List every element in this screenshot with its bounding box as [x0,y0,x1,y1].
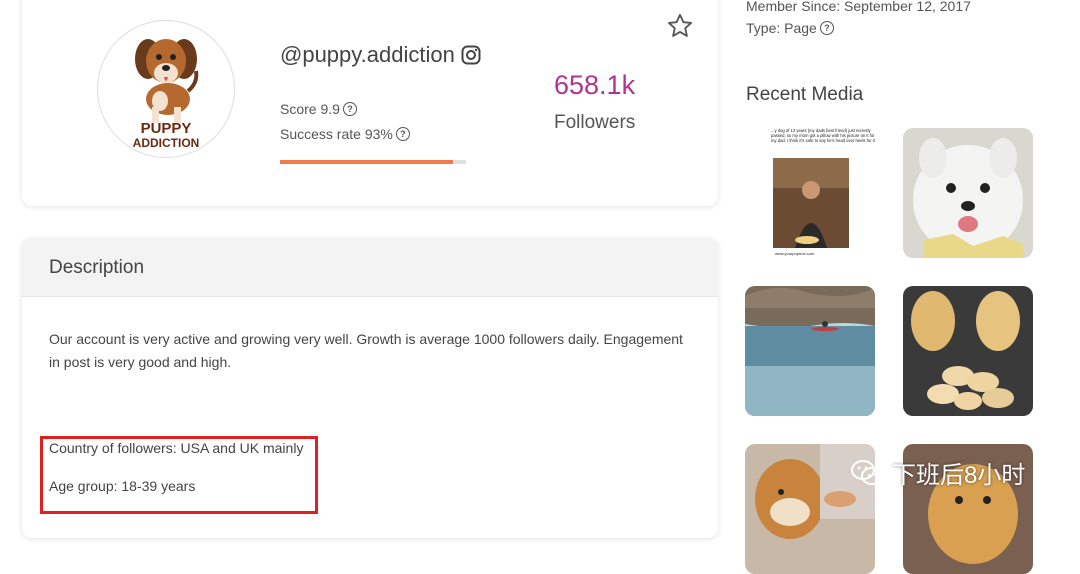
profile-handle[interactable]: @puppy.addiction [280,42,455,68]
puppy-logo: PUPPY ADDICTION [133,39,200,150]
help-icon[interactable]: ? [395,127,410,141]
score-text: Score 9.9 [280,101,340,117]
media-image [903,128,1033,258]
media-caption-url: www.yourpuphub.com [775,251,815,256]
star-icon[interactable] [666,12,694,40]
watermark: 下班后8小时 [850,455,1025,490]
wechat-icon [851,459,883,485]
success-rate-text: Success rate 93% [280,126,393,142]
success-progress-fill [280,160,453,164]
help-icon[interactable]: ? [819,21,834,35]
score-row: Score 9.9 ? [280,101,357,117]
description-title: Description [49,257,145,278]
avatar-text-bottom: ADDICTION [133,136,200,150]
handle-row: @puppy.addiction [280,42,481,68]
avatar: PUPPY ADDICTION [97,20,235,158]
member-since: Member Since: September 12, 2017 [746,0,971,14]
success-rate-row: Success rate 93% ? [280,126,410,142]
profile-card: PUPPY ADDICTION @puppy.addiction Score 9… [22,0,718,206]
avatar-text-top: PUPPY [141,120,192,137]
media-thumb[interactable] [745,286,875,416]
recent-media-title: Recent Media [746,84,864,105]
followers-label: Followers [554,112,636,133]
media-thumb[interactable]: ...y dog of 12 years (my dads best frien… [745,128,875,258]
followers-count: 658.1k [554,70,636,100]
media-caption: ...y dog of 12 years (my dads best frien… [771,128,875,143]
media-thumb[interactable] [903,286,1033,416]
description-body: Our account is very active and growing v… [49,331,683,370]
instagram-icon[interactable] [461,45,481,65]
success-progress-bar [280,160,466,164]
media-image [903,286,1033,416]
watermark-text: 下班后8小时 [892,462,1026,489]
help-icon[interactable]: ? [342,102,357,116]
account-type: Type: Page [746,20,817,36]
media-image: ...y dog of 12 years (my dads best frien… [745,128,875,258]
highlight-box [40,436,318,514]
media-image [745,286,875,416]
media-thumb[interactable] [903,128,1033,258]
account-type-row: Type: Page ? [746,20,834,36]
